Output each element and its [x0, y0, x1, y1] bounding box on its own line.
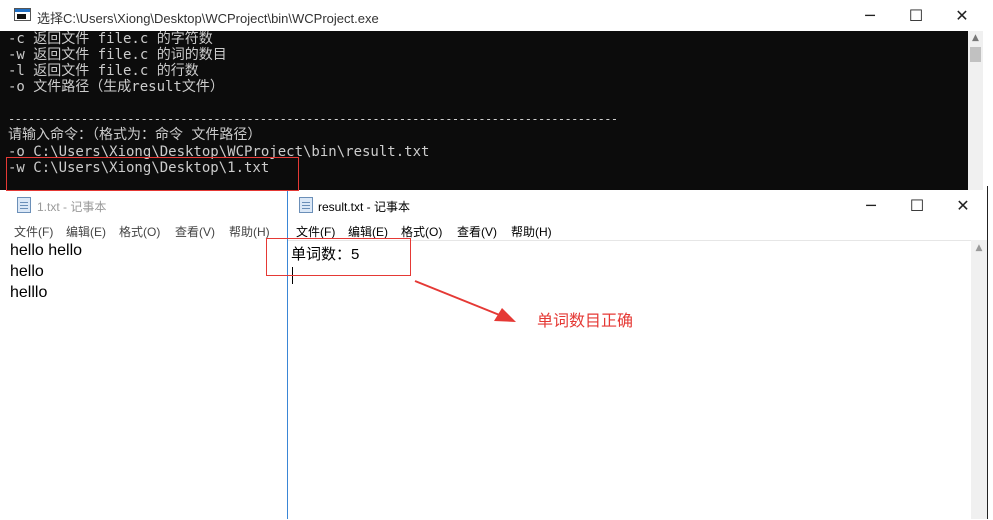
menu-edit[interactable]: 编辑(E): [66, 223, 106, 240]
console-line: -o 文件路径（生成result文件）: [8, 79, 224, 95]
console-title: 选择C:\Users\Xiong\Desktop\WCProject\bin\W…: [37, 11, 379, 26]
background-window-edge: [987, 186, 993, 519]
minimize-icon[interactable]: ─: [847, 0, 893, 31]
notepad-icon: [299, 197, 313, 213]
text-line: hello hello: [10, 242, 83, 259]
scroll-up-icon[interactable]: ▲: [968, 31, 983, 46]
console-line: 请输入命令：（格式为：命令 文件路径）: [8, 127, 262, 143]
notepad-1-window: 1.txt - 记事本 文件(F) 编辑(E) 格式(O) 查看(V) 帮助(H…: [0, 190, 287, 519]
menu-file[interactable]: 文件(F): [14, 223, 53, 240]
annotation-label: 单词数目正确: [537, 313, 634, 330]
console-line: -l 返回文件 file.c 的行数: [8, 63, 199, 79]
notepad-2-scrollbar[interactable]: ▲: [971, 240, 987, 519]
text-line: helllo: [10, 284, 48, 301]
console-separator: ----------------------------------------…: [8, 112, 618, 126]
highlight-box-result: [266, 238, 411, 276]
console-app-icon: [14, 8, 31, 21]
maximize-icon[interactable]: ☐: [893, 0, 939, 31]
menu-help[interactable]: 帮助(H): [511, 223, 552, 240]
menu-format[interactable]: 格式(O): [119, 223, 160, 240]
notepad-icon: [17, 197, 31, 213]
maximize-icon[interactable]: ☐: [894, 190, 940, 221]
highlight-box-command: [6, 157, 299, 191]
scroll-up-icon[interactable]: ▲: [971, 240, 987, 256]
notepad-1-title: 1.txt - 记事本: [37, 200, 107, 214]
menu-view[interactable]: 查看(V): [457, 223, 497, 240]
notepad-1-text-area[interactable]: hello hello hello helllo: [0, 240, 287, 519]
console-scrollbar[interactable]: ▲: [968, 31, 983, 190]
console-titlebar[interactable]: 选择C:\Users\Xiong\Desktop\WCProject\bin\W…: [0, 0, 983, 31]
menu-view[interactable]: 查看(V): [175, 223, 215, 240]
arrow-icon: [414, 280, 516, 322]
text-line: hello: [10, 263, 44, 280]
close-icon[interactable]: ✕: [940, 190, 986, 221]
menu-help[interactable]: 帮助(H): [229, 223, 270, 240]
notepad-2-text-area[interactable]: 单词数：5: [288, 240, 971, 520]
console-line: -c 返回文件 file.c 的字符数: [8, 31, 213, 47]
scrollbar-thumb[interactable]: [970, 47, 981, 62]
console-line: -w 返回文件 file.c 的词的数目: [8, 47, 227, 63]
close-icon[interactable]: ✕: [939, 0, 985, 31]
minimize-icon[interactable]: ─: [848, 190, 894, 221]
notepad-2-title: result.txt - 记事本: [318, 200, 411, 214]
